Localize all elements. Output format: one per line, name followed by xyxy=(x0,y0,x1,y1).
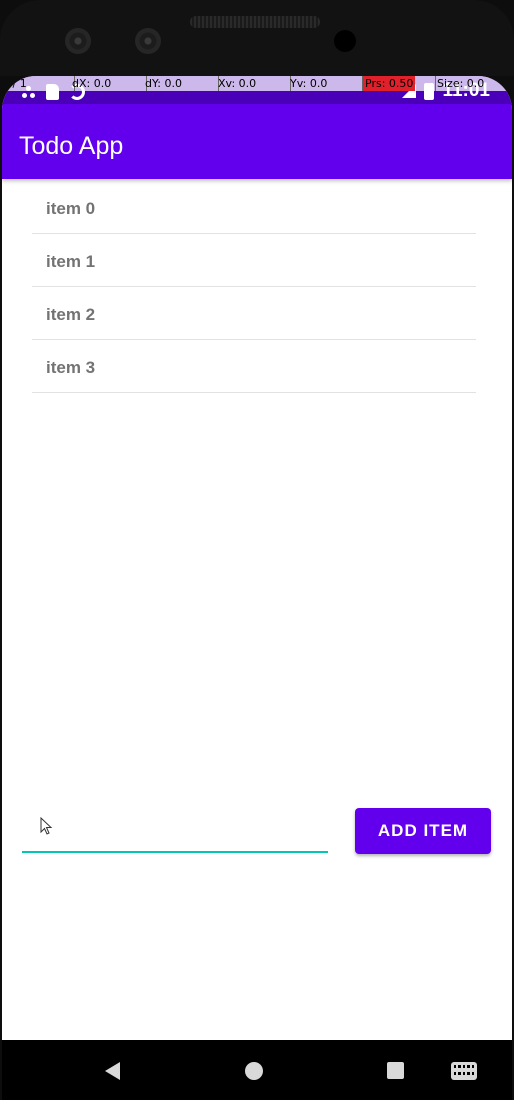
list-item-label: item 2 xyxy=(46,305,96,324)
overlay-divider xyxy=(435,76,436,91)
pointer-dy: dY: 0.0 xyxy=(145,77,182,90)
new-item-input[interactable] xyxy=(22,810,328,850)
front-camera-icon xyxy=(135,28,161,54)
back-icon[interactable] xyxy=(105,1062,120,1080)
pointer-count: 0 / 1 xyxy=(2,77,27,90)
list-item-label: item 1 xyxy=(46,252,96,271)
home-icon[interactable] xyxy=(245,1062,263,1080)
app-title: Todo App xyxy=(19,132,124,160)
pointer-size: Size: 0.0 xyxy=(437,77,485,90)
input-focus-underline xyxy=(22,851,328,853)
app-screen: 11:01 0 / 1 dX: 0.0 dY: 0.0 Xv: 0.0 Yv: … xyxy=(2,76,512,1100)
list-item[interactable]: item 3 xyxy=(32,340,476,393)
list-item-label: item 3 xyxy=(46,358,96,377)
app-toolbar: Todo App xyxy=(2,104,512,179)
keyboard-icon[interactable] xyxy=(451,1062,477,1080)
pointer-xv: Xv: 0.0 xyxy=(218,77,257,90)
list-item[interactable]: item 2 xyxy=(32,287,476,340)
front-camera-icon xyxy=(65,28,91,54)
proximity-sensor xyxy=(334,30,356,52)
device-bezel xyxy=(0,0,514,76)
new-item-field-wrapper xyxy=(22,810,328,854)
pointer-dx: dX: 0.0 xyxy=(72,77,112,90)
todo-list[interactable]: item 0 item 1 item 2 item 3 xyxy=(32,181,476,393)
add-item-button[interactable]: ADD ITEM xyxy=(355,808,491,854)
list-item-label: item 0 xyxy=(46,199,96,218)
list-item[interactable]: item 0 xyxy=(32,181,476,234)
list-item[interactable]: item 1 xyxy=(32,234,476,287)
pointer-yv: Yv: 0.0 xyxy=(290,77,328,90)
mouse-pointer-icon xyxy=(40,817,53,835)
earpiece-speaker xyxy=(190,16,320,28)
phone-device: 11:01 0 / 1 dX: 0.0 dY: 0.0 Xv: 0.0 Yv: … xyxy=(0,0,514,1100)
recents-icon[interactable] xyxy=(387,1062,404,1079)
pointer-location-overlay: 0 / 1 dX: 0.0 dY: 0.0 Xv: 0.0 Yv: 0.0 Pr… xyxy=(2,76,512,91)
system-navigation-bar xyxy=(2,1040,512,1100)
pointer-pressure: Prs: 0.50 xyxy=(363,76,416,91)
